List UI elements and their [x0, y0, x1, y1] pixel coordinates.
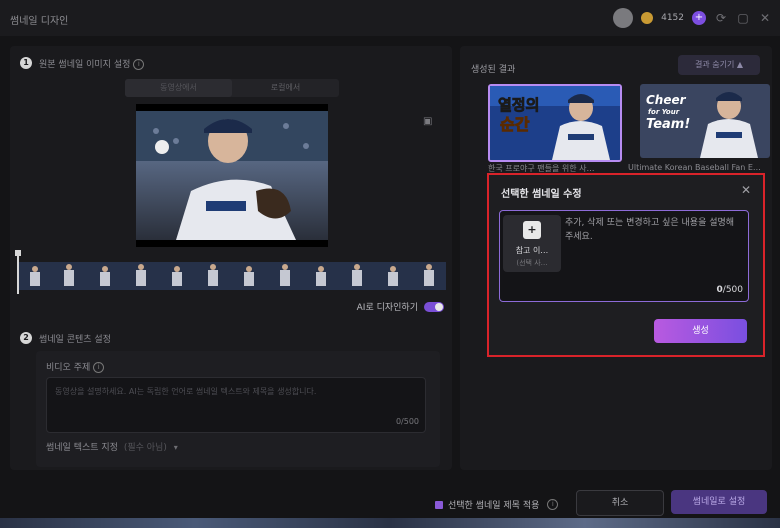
- tab-from-local[interactable]: 로컬에서: [232, 79, 339, 97]
- apply-title-checkbox[interactable]: [435, 500, 443, 509]
- info-icon[interactable]: i: [547, 499, 559, 510]
- playhead-handle[interactable]: [15, 250, 21, 256]
- section-title-source-image: 원본 썸네일 이미지 설정 i: [39, 57, 145, 70]
- player-image: [136, 111, 328, 240]
- hide-results-button[interactable]: 결과 숨기기 ▲: [678, 55, 760, 75]
- thumbnail-2-text-line2: for Your: [648, 108, 680, 116]
- reference-image-upload[interactable]: + 참고 이… (선택 사…: [503, 215, 561, 272]
- timeline-frames: [18, 262, 446, 290]
- thumbnail-2-caption: Ultimate Korean Baseball Fan E…: [628, 163, 760, 172]
- text-style-hint: (필수 아님): [123, 443, 167, 453]
- video-topic-label: 비디오 주제 i: [46, 360, 105, 373]
- edit-prompt-placeholder: 추가, 삭제 또는 변경하고 싶은 내용을 설명해 주세요.: [565, 218, 735, 242]
- section-title-source-image-text: 원본 썸네일 이미지 설정: [39, 60, 131, 70]
- chevron-down-icon: ▾: [173, 443, 178, 452]
- coin-icon: [641, 12, 654, 24]
- apply-title-option[interactable]: 선택한 썸네일 제목 적용 i: [435, 498, 559, 511]
- video-topic-char-count: 0/500: [395, 417, 419, 426]
- thumbnail-1-text-line1: 열정의: [498, 96, 539, 114]
- edit-prompt-char-count: 0/500: [717, 285, 743, 295]
- thumbnail-2-image: Cheer for Your Team!: [640, 84, 770, 158]
- video-topic-placeholder: 동영상을 설명하세요. AI는 독립한 언어로 썸네일 텍스트와 제목을 생성합…: [55, 387, 317, 396]
- text-style-label: 썸네일 텍스트 지정: [46, 443, 118, 453]
- section-title-content: 썸네일 콘텐츠 설정: [39, 335, 111, 345]
- apply-title-label: 선택한 썸네일 제목 적용: [448, 501, 540, 511]
- thumbnail-1-image: 열정의 순간: [490, 86, 620, 160]
- dialog-title: 선택한 썸네일 수정: [501, 189, 582, 200]
- ai-design-row: AI로 디자인하기: [357, 300, 444, 313]
- video-frame: [136, 111, 328, 240]
- title-bar: 썸네일 디자인 4152 + ⟳ ▢ ✕: [0, 0, 780, 36]
- content-settings-box: 비디오 주제 i 동영상을 설명하세요. AI는 독립한 언어로 썸네일 텍스트와…: [36, 351, 440, 467]
- refresh-icon[interactable]: ⟳: [714, 11, 728, 25]
- edit-prompt-input[interactable]: + 참고 이… (선택 사… 추가, 삭제 또는 변경하고 싶은 내용을 설명해…: [499, 210, 749, 302]
- cancel-button[interactable]: 취소: [576, 490, 664, 516]
- hide-results-label: 결과 숨기기: [694, 60, 735, 69]
- video-timeline[interactable]: [18, 262, 446, 290]
- avatar[interactable]: [613, 8, 634, 28]
- background-strip: [0, 518, 780, 528]
- info-icon[interactable]: i: [93, 362, 105, 373]
- result-thumbnail-1[interactable]: 열정의 순간: [488, 84, 622, 162]
- ai-design-toggle[interactable]: [424, 301, 444, 312]
- settings-panel: 1 원본 썸네일 이미지 설정 i 동영상에서 로컬에서 ▣ AI로 디자인하기…: [10, 46, 452, 470]
- reference-image-optional: (선택 사…: [516, 259, 548, 267]
- edit-prompt-count-max: /500: [722, 285, 743, 295]
- ai-design-label: AI로 디자인하기: [356, 303, 418, 313]
- title-bar-controls: 4152 + ⟳ ▢ ✕: [613, 8, 772, 28]
- tab-from-video[interactable]: 동영상에서: [125, 79, 232, 97]
- set-as-thumbnail-button[interactable]: 썸네일로 설정: [671, 490, 767, 514]
- timeline-playhead[interactable]: [17, 252, 19, 294]
- thumbnail-design-window: 썸네일 디자인 4152 + ⟳ ▢ ✕ 1 원본 썸네일 이미지 설정 i 동영…: [0, 0, 780, 528]
- video-topic-label-text: 비디오 주제: [46, 363, 91, 373]
- video-topic-input[interactable]: 동영상을 설명하세요. AI는 독립한 언어로 썸네일 텍스트와 제목을 생성합…: [46, 377, 426, 433]
- credit-count: 4152: [661, 13, 684, 23]
- results-label: 생성된 결과: [471, 65, 516, 75]
- reference-image-label: 참고 이…: [515, 246, 549, 255]
- video-preview: [136, 104, 328, 247]
- thumbnail-text-style-dropdown[interactable]: 썸네일 텍스트 지정 (필수 아님) ▾: [46, 440, 178, 453]
- chevron-up-icon: ▲: [736, 60, 744, 69]
- maximize-icon[interactable]: ▢: [736, 11, 750, 25]
- save-frame-icon[interactable]: ▣: [423, 116, 432, 127]
- window-title: 썸네일 디자인: [10, 16, 69, 27]
- edit-thumbnail-dialog: 선택한 썸네일 수정 ✕ + 참고 이… (선택 사… 추가, 삭제 또는 변경…: [487, 173, 765, 357]
- thumbnail-1-text-line2: 순간: [500, 115, 530, 134]
- thumbnail-2-text-line1: Cheer: [646, 93, 687, 107]
- step-number-1: 1: [20, 57, 32, 69]
- close-icon[interactable]: ✕: [741, 183, 751, 197]
- close-icon[interactable]: ✕: [758, 11, 772, 25]
- info-icon[interactable]: i: [133, 59, 145, 70]
- generate-button[interactable]: 생성: [654, 319, 747, 343]
- result-thumbnail-2[interactable]: Cheer for Your Team!: [640, 84, 770, 158]
- add-image-icon: +: [523, 221, 541, 239]
- thumbnail-2-text-line3: Team!: [646, 117, 690, 132]
- add-credits-button[interactable]: +: [692, 11, 706, 25]
- source-tabs: 동영상에서 로컬에서: [125, 79, 339, 97]
- step-number-2: 2: [20, 332, 32, 344]
